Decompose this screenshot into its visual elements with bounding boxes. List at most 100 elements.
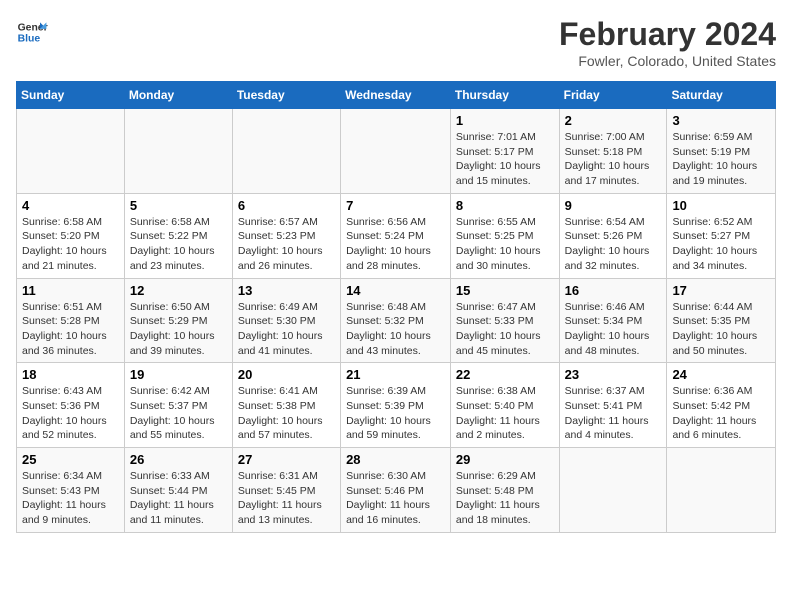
calendar-cell: 25 Sunrise: 6:34 AM Sunset: 5:43 PM Dayli… (17, 448, 125, 533)
calendar-table: SundayMondayTuesdayWednesdayThursdayFrid… (16, 81, 776, 533)
page-header: General Blue February 2024 Fowler, Color… (16, 16, 776, 69)
header-monday: Monday (124, 82, 232, 109)
day-number: 2 (565, 113, 662, 128)
day-number: 9 (565, 198, 662, 213)
day-info: Sunrise: 6:38 AM Sunset: 5:40 PM Dayligh… (456, 384, 554, 443)
day-info: Sunrise: 6:39 AM Sunset: 5:39 PM Dayligh… (346, 384, 445, 443)
page-title: February 2024 (559, 16, 776, 53)
day-number: 17 (672, 283, 770, 298)
day-info: Sunrise: 6:34 AM Sunset: 5:43 PM Dayligh… (22, 469, 119, 528)
day-number: 21 (346, 367, 445, 382)
calendar-cell: 7Sunrise: 6:56 AM Sunset: 5:24 PM Daylig… (341, 193, 451, 278)
day-number: 16 (565, 283, 662, 298)
day-info: Sunrise: 6:42 AM Sunset: 5:37 PM Dayligh… (130, 384, 227, 443)
calendar-cell: 16 Sunrise: 6:46 AM Sunset: 5:34 PM Dayli… (559, 278, 667, 363)
header-friday: Friday (559, 82, 667, 109)
day-info: Sunrise: 6:57 AM Sunset: 5:23 PM Dayligh… (238, 215, 335, 274)
calendar-cell: 24 Sunrise: 6:36 AM Sunset: 5:42 PM Dayli… (667, 363, 776, 448)
calendar-cell: 28Sunrise: 6:30 AM Sunset: 5:46 PM Dayli… (341, 448, 451, 533)
day-number: 28 (346, 452, 445, 467)
day-number: 13 (238, 283, 335, 298)
day-info: Sunrise: 6:51 AM Sunset: 5:28 PM Dayligh… (22, 300, 119, 359)
header-tuesday: Tuesday (232, 82, 340, 109)
title-area: February 2024 Fowler, Colorado, United S… (559, 16, 776, 69)
page-subtitle: Fowler, Colorado, United States (559, 53, 776, 69)
day-info: Sunrise: 6:41 AM Sunset: 5:38 PM Dayligh… (238, 384, 335, 443)
day-number: 6 (238, 198, 335, 213)
calendar-cell: 10 Sunrise: 6:52 AM Sunset: 5:27 PM Dayli… (667, 193, 776, 278)
day-number: 29 (456, 452, 554, 467)
calendar-cell: 5Sunrise: 6:58 AM Sunset: 5:22 PM Daylig… (124, 193, 232, 278)
day-info: Sunrise: 6:54 AM Sunset: 5:26 PM Dayligh… (565, 215, 662, 274)
day-number: 25 (22, 452, 119, 467)
day-number: 10 (672, 198, 770, 213)
day-info: Sunrise: 6:37 AM Sunset: 5:41 PM Dayligh… (565, 384, 662, 443)
day-info: Sunrise: 6:46 AM Sunset: 5:34 PM Dayligh… (565, 300, 662, 359)
day-info: Sunrise: 6:48 AM Sunset: 5:32 PM Dayligh… (346, 300, 445, 359)
day-number: 11 (22, 283, 119, 298)
calendar-week-row: 1 Sunrise: 7:01 AM Sunset: 5:17 PM Daylig… (17, 109, 776, 194)
calendar-cell (124, 109, 232, 194)
calendar-week-row: 25 Sunrise: 6:34 AM Sunset: 5:43 PM Dayli… (17, 448, 776, 533)
header-thursday: Thursday (450, 82, 559, 109)
day-info: Sunrise: 6:55 AM Sunset: 5:25 PM Dayligh… (456, 215, 554, 274)
day-info: Sunrise: 6:52 AM Sunset: 5:27 PM Dayligh… (672, 215, 770, 274)
day-info: Sunrise: 6:44 AM Sunset: 5:35 PM Dayligh… (672, 300, 770, 359)
calendar-cell (667, 448, 776, 533)
calendar-week-row: 18 Sunrise: 6:43 AM Sunset: 5:36 PM Dayli… (17, 363, 776, 448)
day-info: Sunrise: 6:58 AM Sunset: 5:22 PM Dayligh… (130, 215, 227, 274)
day-number: 3 (672, 113, 770, 128)
calendar-week-row: 11 Sunrise: 6:51 AM Sunset: 5:28 PM Dayli… (17, 278, 776, 363)
day-number: 7 (346, 198, 445, 213)
calendar-cell: 11 Sunrise: 6:51 AM Sunset: 5:28 PM Dayli… (17, 278, 125, 363)
logo-icon: General Blue (16, 16, 48, 48)
calendar-cell: 2Sunrise: 7:00 AM Sunset: 5:18 PM Daylig… (559, 109, 667, 194)
calendar-cell: 15Sunrise: 6:47 AM Sunset: 5:33 PM Dayli… (450, 278, 559, 363)
calendar-cell: 19 Sunrise: 6:42 AM Sunset: 5:37 PM Dayli… (124, 363, 232, 448)
calendar-header-row: SundayMondayTuesdayWednesdayThursdayFrid… (17, 82, 776, 109)
calendar-cell: 22 Sunrise: 6:38 AM Sunset: 5:40 PM Dayli… (450, 363, 559, 448)
day-number: 14 (346, 283, 445, 298)
header-wednesday: Wednesday (341, 82, 451, 109)
day-info: Sunrise: 6:43 AM Sunset: 5:36 PM Dayligh… (22, 384, 119, 443)
header-sunday: Sunday (17, 82, 125, 109)
day-info: Sunrise: 6:47 AM Sunset: 5:33 PM Dayligh… (456, 300, 554, 359)
calendar-cell (341, 109, 451, 194)
calendar-cell: 4 Sunrise: 6:58 AM Sunset: 5:20 PM Daylig… (17, 193, 125, 278)
calendar-cell (559, 448, 667, 533)
calendar-cell: 20 Sunrise: 6:41 AM Sunset: 5:38 PM Dayli… (232, 363, 340, 448)
day-info: Sunrise: 6:36 AM Sunset: 5:42 PM Dayligh… (672, 384, 770, 443)
calendar-cell: 29 Sunrise: 6:29 AM Sunset: 5:48 PM Dayli… (450, 448, 559, 533)
day-number: 27 (238, 452, 335, 467)
calendar-cell (232, 109, 340, 194)
calendar-cell (17, 109, 125, 194)
day-number: 26 (130, 452, 227, 467)
day-info: Sunrise: 6:29 AM Sunset: 5:48 PM Dayligh… (456, 469, 554, 528)
calendar-cell: 9 Sunrise: 6:54 AM Sunset: 5:26 PM Daylig… (559, 193, 667, 278)
day-info: Sunrise: 7:01 AM Sunset: 5:17 PM Dayligh… (456, 130, 554, 189)
day-number: 18 (22, 367, 119, 382)
calendar-cell: 21 Sunrise: 6:39 AM Sunset: 5:39 PM Dayli… (341, 363, 451, 448)
day-info: Sunrise: 6:50 AM Sunset: 5:29 PM Dayligh… (130, 300, 227, 359)
day-number: 22 (456, 367, 554, 382)
day-number: 24 (672, 367, 770, 382)
day-number: 20 (238, 367, 335, 382)
calendar-cell: 6 Sunrise: 6:57 AM Sunset: 5:23 PM Daylig… (232, 193, 340, 278)
day-number: 1 (456, 113, 554, 128)
day-number: 23 (565, 367, 662, 382)
day-info: Sunrise: 6:31 AM Sunset: 5:45 PM Dayligh… (238, 469, 335, 528)
calendar-cell: 14 Sunrise: 6:48 AM Sunset: 5:32 PM Dayli… (341, 278, 451, 363)
day-number: 8 (456, 198, 554, 213)
calendar-cell: 1 Sunrise: 7:01 AM Sunset: 5:17 PM Daylig… (450, 109, 559, 194)
calendar-cell: 3Sunrise: 6:59 AM Sunset: 5:19 PM Daylig… (667, 109, 776, 194)
day-number: 19 (130, 367, 227, 382)
calendar-week-row: 4 Sunrise: 6:58 AM Sunset: 5:20 PM Daylig… (17, 193, 776, 278)
calendar-cell: 18 Sunrise: 6:43 AM Sunset: 5:36 PM Dayli… (17, 363, 125, 448)
svg-text:Blue: Blue (18, 34, 41, 45)
calendar-cell: 12Sunrise: 6:50 AM Sunset: 5:29 PM Dayli… (124, 278, 232, 363)
day-info: Sunrise: 6:58 AM Sunset: 5:20 PM Dayligh… (22, 215, 119, 274)
day-info: Sunrise: 6:49 AM Sunset: 5:30 PM Dayligh… (238, 300, 335, 359)
logo: General Blue (16, 16, 48, 48)
calendar-cell: 13 Sunrise: 6:49 AM Sunset: 5:30 PM Dayli… (232, 278, 340, 363)
day-number: 4 (22, 198, 119, 213)
